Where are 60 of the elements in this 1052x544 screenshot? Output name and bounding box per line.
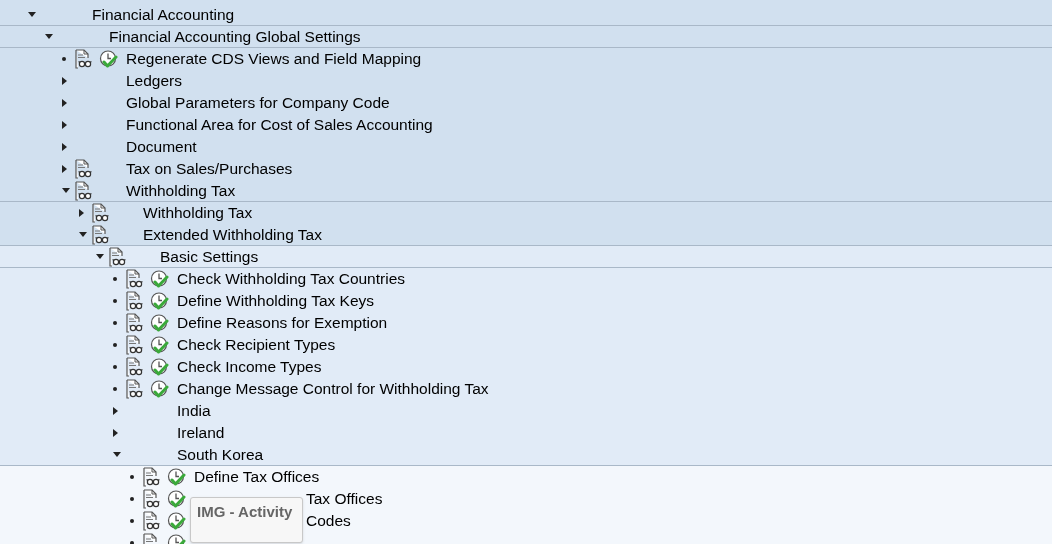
tree-node-label[interactable]: Extended Withholding Tax	[143, 222, 322, 247]
collapsed-arrow-icon[interactable]	[62, 121, 67, 129]
document-glasses-icon	[125, 313, 143, 333]
tree-node-label[interactable]: Check Income Types	[177, 355, 322, 379]
tree-node-label[interactable]: Financial Accounting Global Settings	[109, 24, 361, 49]
collapsed-arrow-icon[interactable]	[113, 407, 118, 415]
expanded-arrow-icon[interactable]	[96, 254, 104, 259]
clock-check-icon	[150, 379, 169, 399]
clock-check-icon	[150, 269, 169, 289]
tree-node-label[interactable]: Basic Settings	[160, 244, 259, 269]
collapsed-arrow-icon[interactable]	[62, 99, 67, 107]
bullet-icon	[130, 497, 134, 501]
document-glasses-icon	[74, 49, 92, 69]
bullet-icon	[113, 343, 117, 347]
tree-node-label[interactable]: Document	[126, 135, 197, 159]
clock-check-icon	[150, 357, 169, 377]
expanded-arrow-icon[interactable]	[62, 188, 70, 193]
tree-node-label[interactable]: Ledgers	[126, 69, 182, 93]
tree-node-label[interactable]: Tax on Sales/Purchases	[126, 157, 293, 181]
document-glasses-icon	[125, 291, 143, 311]
document-glasses-icon	[125, 335, 143, 355]
tree-node-label[interactable]: Global Parameters for Company Code	[126, 91, 390, 115]
expanded-arrow-icon[interactable]	[28, 12, 36, 17]
collapsed-arrow-icon[interactable]	[62, 143, 67, 151]
tree-node-label[interactable]: Withholding Tax	[143, 201, 253, 225]
bullet-icon	[113, 321, 117, 325]
tree-node-label[interactable]: Check Recipient Types	[177, 333, 336, 357]
tree-node-label[interactable]: Financial Accounting	[92, 2, 235, 27]
tree-node-label[interactable]: South Korea	[177, 442, 264, 467]
bullet-icon	[113, 299, 117, 303]
tree-node-label[interactable]: Codes	[306, 509, 351, 533]
bullet-icon	[113, 387, 117, 391]
document-glasses-icon	[125, 357, 143, 377]
tree-node-label[interactable]: Tax Offices	[306, 487, 383, 511]
tree-node-label[interactable]: Define Tax Offices	[194, 465, 320, 489]
collapsed-arrow-icon[interactable]	[113, 429, 118, 437]
collapsed-arrow-icon[interactable]	[62, 77, 67, 85]
clock-check-icon	[99, 49, 118, 69]
tree-node-label[interactable]: Functional Area for Cost of Sales Accounting	[126, 113, 433, 137]
expanded-arrow-icon[interactable]	[45, 34, 53, 39]
clock-check-icon	[150, 335, 169, 355]
bullet-icon	[130, 541, 134, 544]
bullet-icon	[113, 277, 117, 281]
tree-node-label[interactable]: Ireland	[177, 421, 225, 445]
clock-check-icon	[150, 291, 169, 311]
bullet-icon	[113, 365, 117, 369]
document-glasses-icon	[125, 269, 143, 289]
bullet-icon	[130, 475, 134, 479]
tree-node-label[interactable]: Withholding Tax	[126, 178, 236, 203]
tree-node-label[interactable]: India	[177, 399, 211, 423]
tooltip: IMG - Activity	[190, 497, 303, 543]
tree-node-label[interactable]: Regenerate CDS Views and Field Mapping	[126, 47, 422, 71]
clock-check-icon	[150, 313, 169, 333]
expanded-arrow-icon[interactable]	[113, 452, 121, 457]
collapsed-arrow-icon[interactable]	[62, 165, 67, 173]
collapsed-arrow-icon[interactable]	[79, 209, 84, 217]
document-glasses-icon	[125, 379, 143, 399]
bullet-icon	[62, 57, 66, 61]
bullet-icon	[130, 519, 134, 523]
expanded-arrow-icon[interactable]	[79, 232, 87, 237]
